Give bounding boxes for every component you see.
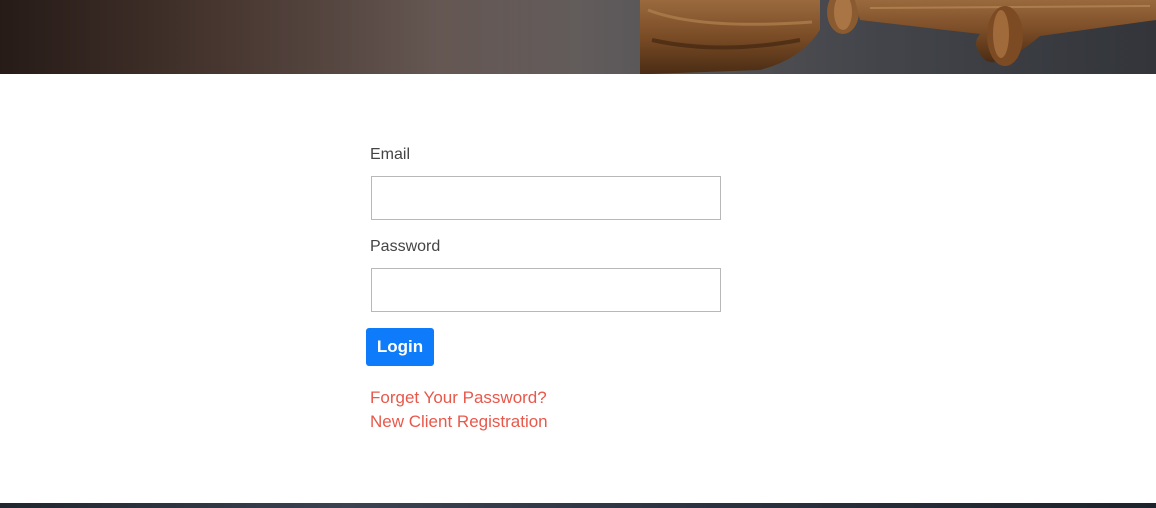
password-field[interactable] bbox=[371, 268, 721, 312]
gavel-image bbox=[0, 0, 1156, 74]
new-client-registration-link[interactable]: New Client Registration bbox=[370, 412, 548, 432]
login-page: Email Password Login Forget Your Passwor… bbox=[0, 0, 1156, 508]
footer-image-strip bbox=[0, 503, 1156, 508]
login-button[interactable]: Login bbox=[366, 328, 434, 366]
forgot-password-link[interactable]: Forget Your Password? bbox=[370, 388, 547, 408]
password-label: Password bbox=[370, 238, 441, 255]
email-label: Email bbox=[370, 146, 411, 163]
email-field[interactable] bbox=[371, 176, 721, 220]
hero-banner bbox=[0, 0, 1156, 74]
